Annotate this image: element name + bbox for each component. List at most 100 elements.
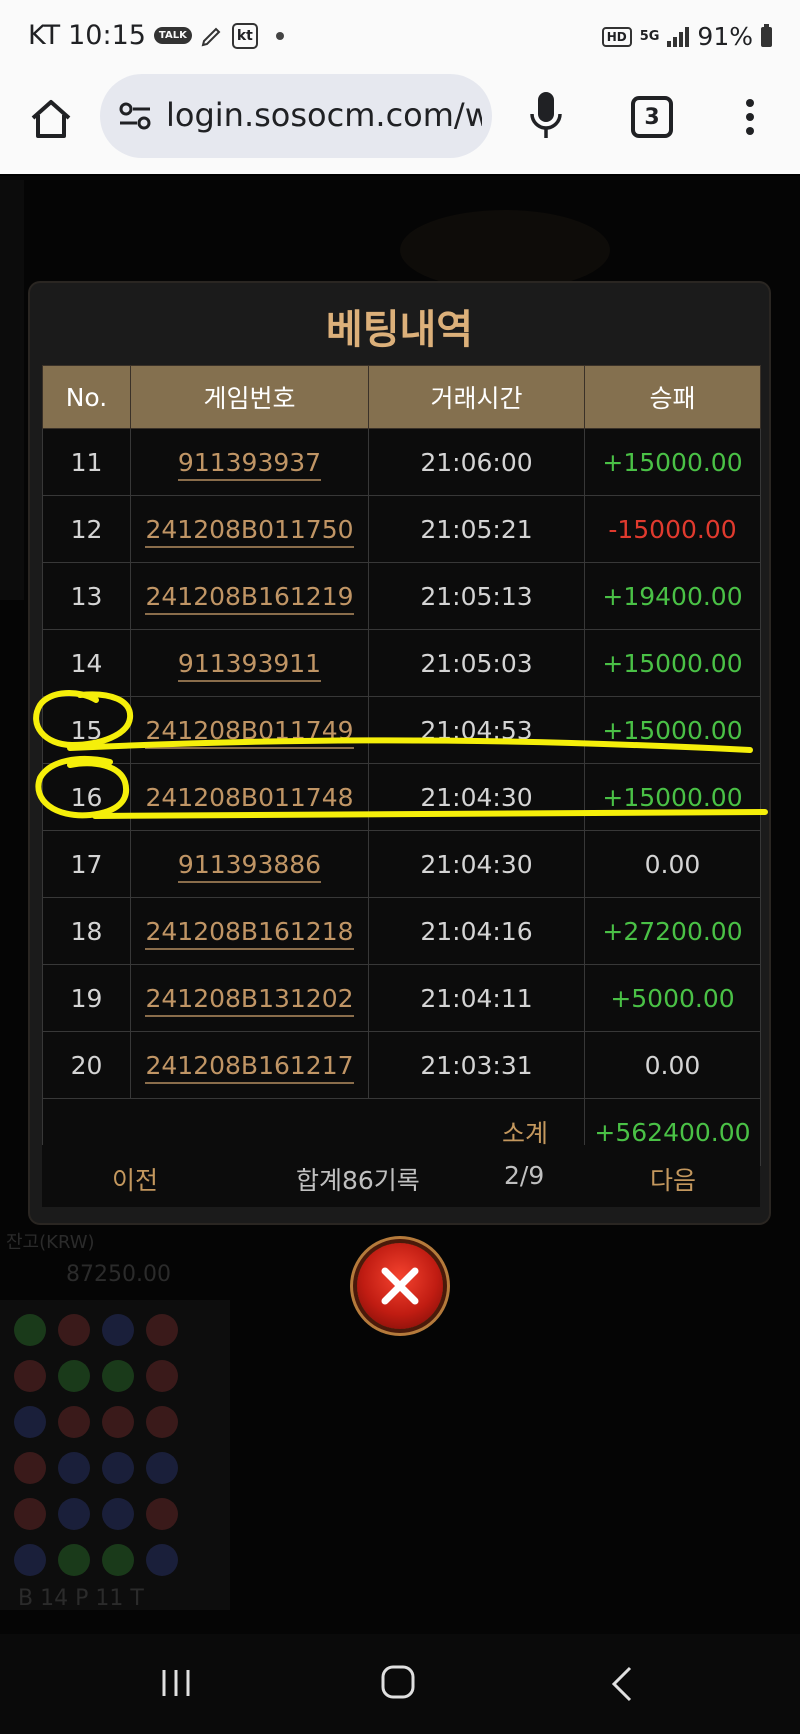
kt-icon: kt <box>231 22 258 49</box>
game-id-link[interactable]: 911393937 <box>177 447 322 481</box>
trade-time-cell: 21:05:13 <box>368 562 585 630</box>
row-no: 15 <box>42 696 131 764</box>
result-cell: +19400.00 <box>584 562 761 630</box>
result-cell: +15000.00 <box>584 428 761 496</box>
game-id-cell: 241208B161218 <box>130 897 369 965</box>
row-no: 13 <box>42 562 131 630</box>
tab-switcher-button[interactable]: 3 <box>631 96 673 138</box>
site-settings-icon[interactable] <box>118 102 152 130</box>
trade-time-cell: 21:04:16 <box>368 897 585 965</box>
home-nav-icon[interactable] <box>380 1664 416 1700</box>
row-no: 19 <box>42 964 131 1032</box>
trade-time-cell: 21:03:31 <box>368 1031 585 1099</box>
game-id-cell: 911393911 <box>130 629 369 697</box>
back-icon[interactable] <box>610 1664 634 1704</box>
game-id-cell: 241208B011749 <box>130 696 369 764</box>
clock: 10:15 <box>68 20 146 51</box>
url-text[interactable]: login.sosocm.com/w <box>166 96 482 134</box>
battery-level: 91% <box>697 22 753 51</box>
game-id-cell: 911393886 <box>130 830 369 898</box>
table-row: 16 241208B011748 21:04:30 +15000.00 <box>42 763 761 831</box>
column-header-result: 승패 <box>584 365 761 429</box>
close-icon <box>381 1267 419 1305</box>
table-row: 12 241208B011750 21:05:21 -15000.00 <box>42 495 761 563</box>
table-row: 20 241208B161217 21:03:31 0.00 <box>42 1031 761 1099</box>
game-id-cell: 241208B161219 <box>130 562 369 630</box>
game-id-link[interactable]: 911393911 <box>177 648 322 682</box>
browser-toolbar: login.sosocm.com/w 3 <box>0 74 800 174</box>
balance-label: 잔고(KRW) <box>6 1232 95 1253</box>
table-row: 15 241208B011749 21:04:53 +15000.00 <box>42 696 761 764</box>
total-records: 합계86기록 <box>296 1166 420 1195</box>
game-logo <box>400 210 610 290</box>
trade-time-cell: 21:05:03 <box>368 629 585 697</box>
trade-time-cell: 21:04:30 <box>368 830 585 898</box>
row-no: 18 <box>42 897 131 965</box>
home-icon[interactable] <box>26 94 76 144</box>
row-no: 20 <box>42 1031 131 1099</box>
column-header-time: 거래시간 <box>368 365 585 429</box>
hd-voice-icon: HD <box>601 26 632 47</box>
balance-value: 87250.00 <box>66 1262 171 1287</box>
status-bar: KT 10:15 TALK kt HD 5G 91% <box>0 0 800 74</box>
table-row: 18 241208B161218 21:04:16 +27200.00 <box>42 897 761 965</box>
row-no: 17 <box>42 830 131 898</box>
result-cell: +5000.00 <box>584 964 761 1032</box>
game-id-cell: 241208B131202 <box>130 964 369 1032</box>
more-menu-icon[interactable] <box>738 94 762 144</box>
close-button[interactable] <box>357 1243 443 1329</box>
pencil-icon <box>201 27 221 46</box>
next-page-link[interactable]: 다음 <box>650 1161 696 1197</box>
result-cell: 0.00 <box>584 1031 761 1099</box>
game-id-link[interactable]: 241208B011749 <box>145 715 354 749</box>
page-indicator: 2/9 <box>504 1161 545 1190</box>
result-cell: 0.00 <box>584 830 761 898</box>
roadmap-counts: B 14 P 11 T <box>18 1586 144 1611</box>
trade-time-cell: 21:05:21 <box>368 495 585 563</box>
system-nav-bar <box>0 1634 800 1734</box>
row-no: 16 <box>42 763 131 831</box>
prev-page-link[interactable]: 이전 <box>112 1161 158 1197</box>
status-left: KT 10:15 TALK kt <box>28 20 284 51</box>
result-cell: -15000.00 <box>584 495 761 563</box>
game-id-link[interactable]: 911393886 <box>177 849 322 883</box>
microphone-icon[interactable] <box>526 88 566 144</box>
result-cell: +27200.00 <box>584 897 761 965</box>
battery-icon <box>761 23 772 47</box>
game-id-link[interactable]: 241208B161219 <box>145 581 354 615</box>
trade-time-cell: 21:06:00 <box>368 428 585 496</box>
signal-icon <box>667 26 690 47</box>
table-header-row: No. 게임번호 거래시간 승패 <box>42 365 761 429</box>
game-id-link[interactable]: 241208B161217 <box>145 1050 354 1084</box>
game-id-cell: 911393937 <box>130 428 369 496</box>
table-row: 19 241208B131202 21:04:11 +5000.00 <box>42 964 761 1032</box>
game-id-cell: 241208B161217 <box>130 1031 369 1099</box>
notification-dot-icon <box>275 31 284 40</box>
result-cell: +15000.00 <box>584 763 761 831</box>
betting-history-modal: 베팅내역 No. 게임번호 거래시간 승패 11 911393937 21:06:0… <box>30 283 769 1223</box>
game-id-link[interactable]: 241208B131202 <box>145 983 354 1017</box>
table-row: 11 911393937 21:06:00 +15000.00 <box>42 428 761 496</box>
background-panel <box>0 180 24 600</box>
status-right: HD 5G 91% <box>601 22 772 51</box>
trade-time-cell: 21:04:11 <box>368 964 585 1032</box>
modal-title: 베팅내역 <box>325 307 474 353</box>
result-cell: +15000.00 <box>584 629 761 697</box>
game-id-link[interactable]: 241208B011750 <box>145 514 354 548</box>
table-row: 17 911393886 21:04:30 0.00 <box>42 830 761 898</box>
network-5g-icon: 5G <box>639 28 660 44</box>
table-row: 14 911393911 21:05:03 +15000.00 <box>42 629 761 697</box>
address-bar[interactable]: login.sosocm.com/w <box>100 74 492 158</box>
game-id-cell: 241208B011748 <box>130 763 369 831</box>
row-no: 12 <box>42 495 131 563</box>
game-id-link[interactable]: 241208B161218 <box>145 916 354 950</box>
row-no: 14 <box>42 629 131 697</box>
table-row: 13 241208B161219 21:05:13 +19400.00 <box>42 562 761 630</box>
game-id-link[interactable]: 241208B011748 <box>145 782 354 816</box>
row-no: 11 <box>42 428 131 496</box>
kakaotalk-icon: TALK <box>153 27 192 44</box>
roadmap-board <box>0 1300 230 1610</box>
column-header-no: No. <box>42 365 131 429</box>
recent-apps-icon[interactable] <box>160 1668 192 1698</box>
trade-time-cell: 21:04:53 <box>368 696 585 764</box>
